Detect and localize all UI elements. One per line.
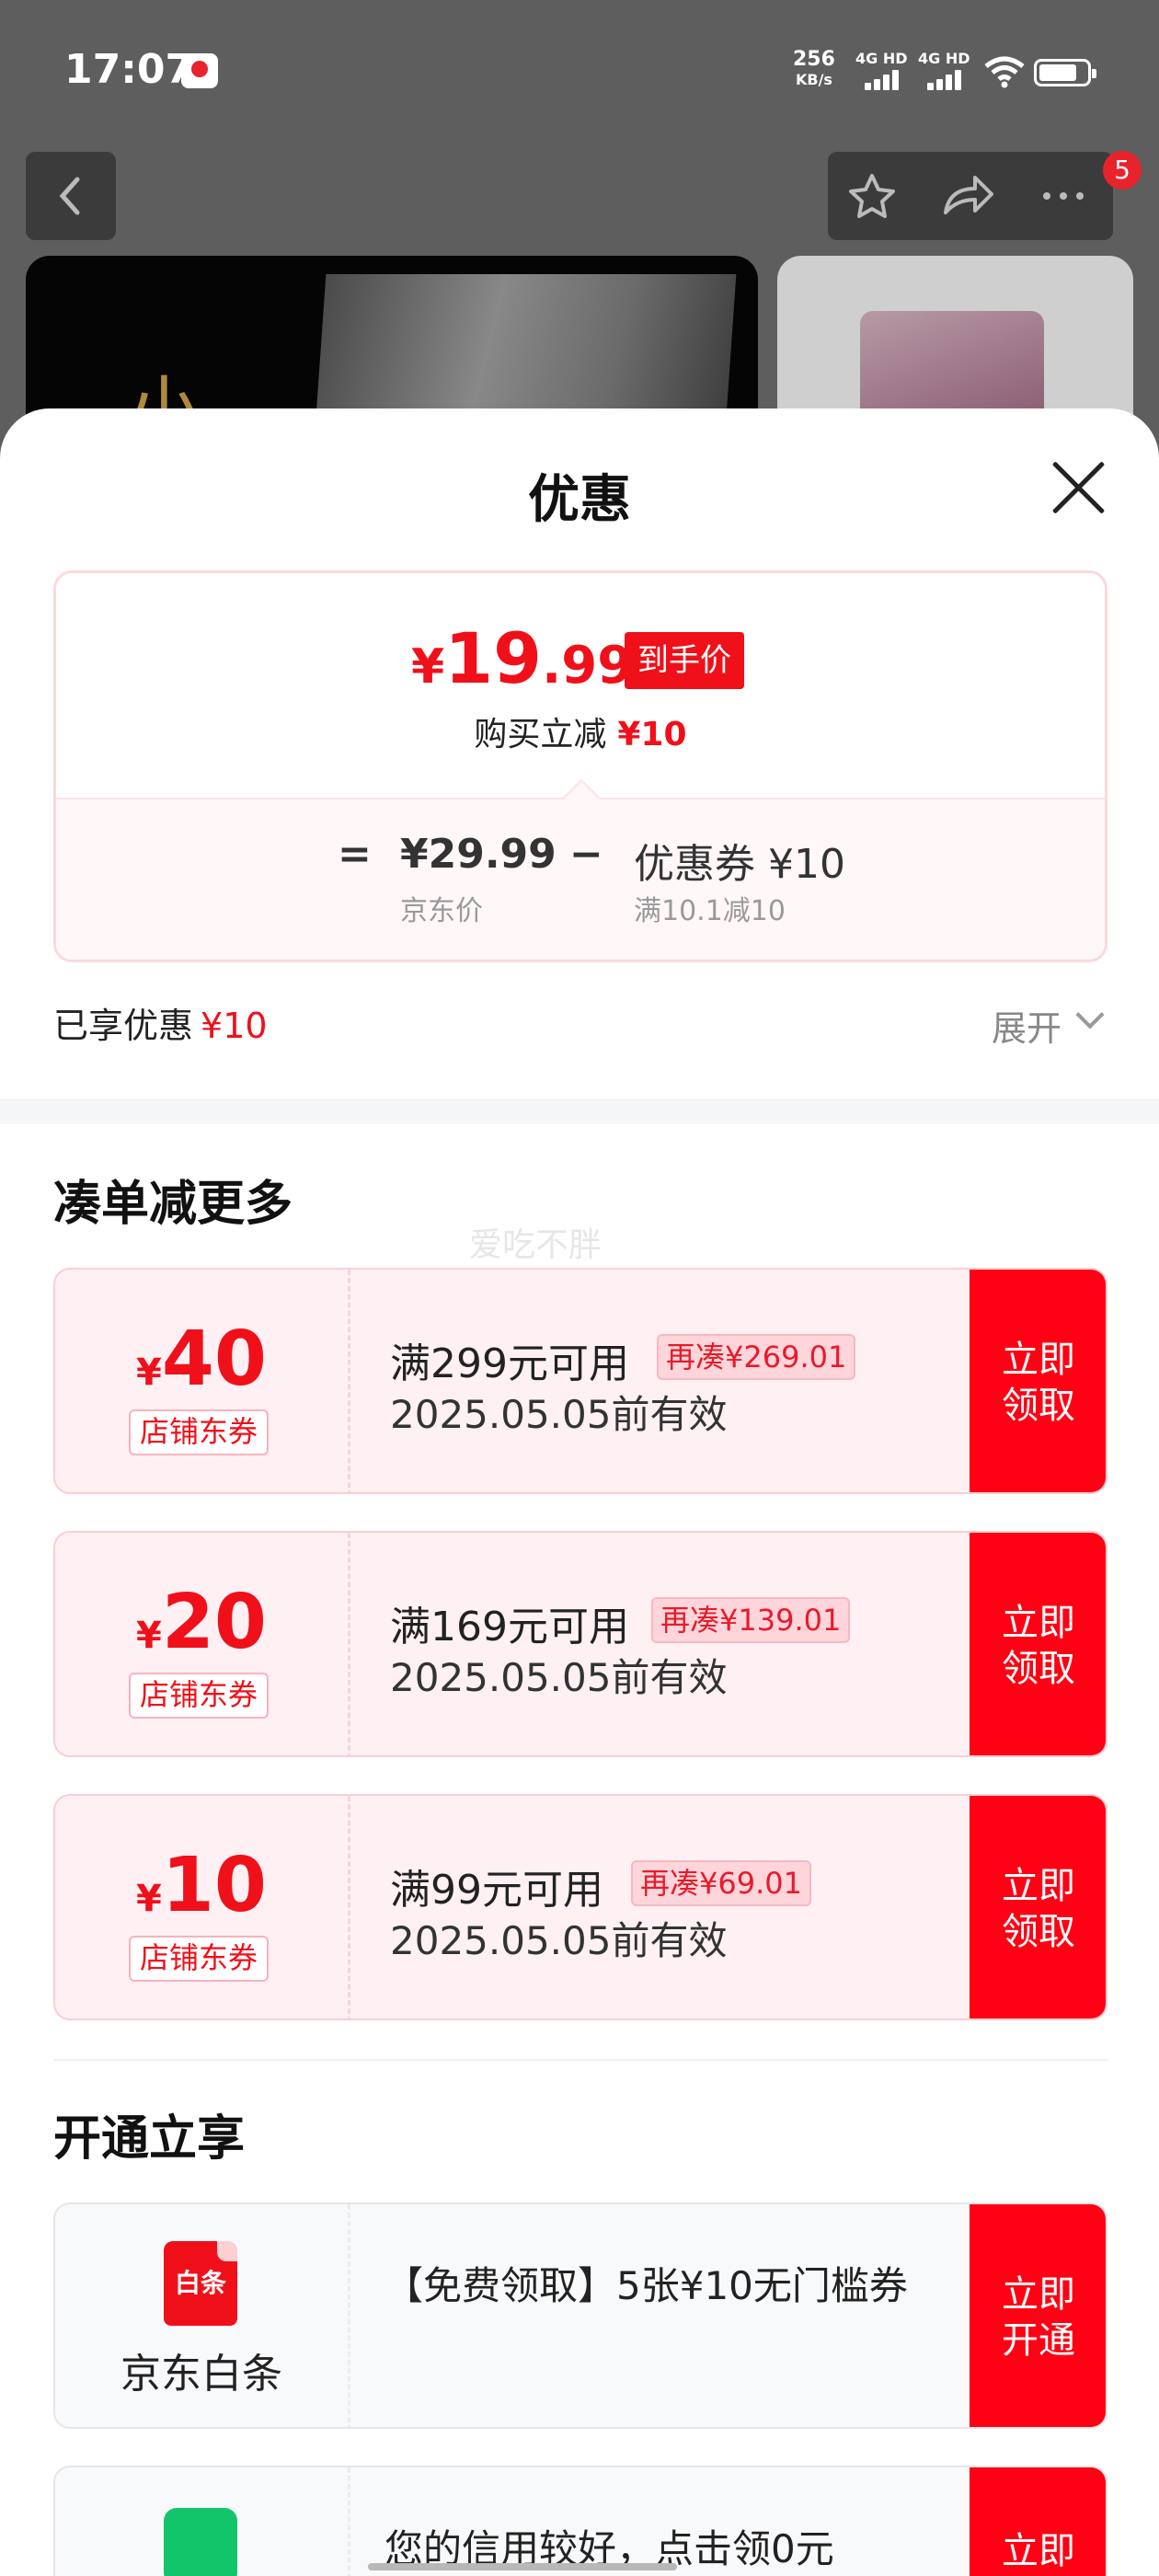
shopping-bag-icon [164,2508,237,2576]
price-formula: = ¥29.99 京东价 − 优惠券 ¥10 满10.1减10 [56,798,1105,960]
member-brand: 京东白条 [120,2351,282,2398]
section-title-member: 开通立享 [53,2111,246,2167]
reduction-label: 购买立减 [474,716,607,753]
section-separator [53,2059,1107,2061]
member-description: 【免费领取】5张¥10无门槛券 [384,2263,908,2308]
coupon-need-more: 再凑¥269.01 [657,1334,856,1380]
coupon-condition: 满299元可用 [390,1340,629,1387]
coupon-need-more: 再凑¥139.01 [651,1597,851,1643]
discount-sheet: 优惠 ¥19.99 到手价 购买立减 ¥10 = ¥29.99 京东价 − 优惠券… [0,408,1159,2576]
minus-sign: − [569,831,603,878]
network-speed: 256 KB/s [793,50,835,90]
member-divider [348,2467,350,2576]
coupon-type-label: 店铺东券 [129,1409,270,1455]
coupon-amount: ¥20 [55,1579,348,1666]
wifi-icon [984,56,1025,88]
coupon-validity: 2025.05.05前有效 [390,1392,728,1437]
equals-sign: = [338,831,372,878]
final-price: ¥19.99 [411,617,633,699]
member-offer-card: 您的信用较好，点击领0元 立即 [53,2466,1107,2576]
coupon-condition: 满169元可用 [390,1604,629,1650]
activate-button[interactable]: 立即 开通 [970,2204,1106,2427]
coupon-type-label: 店铺东券 [129,1673,270,1719]
coupon-card: ¥10 店铺东券 满99元可用 再凑¥69.01 2025.05.05前有效 立… [53,1794,1107,2020]
final-price-tag: 到手价 [625,632,744,689]
activate-button[interactable]: 立即 [970,2467,1106,2576]
coupon-validity: 2025.05.05前有效 [390,1655,728,1700]
coupon-value: 10 [161,1842,267,1929]
signal-icon [927,68,964,90]
more-icon[interactable] [1036,170,1091,222]
network-label-1: 4G HD [855,50,908,67]
coupon-divider [348,1796,350,2018]
chevron-left-icon [59,177,80,215]
coupon-currency: ¥ [136,1878,162,1920]
coupon-card: ¥40 店铺东券 满299元可用 再凑¥269.01 2025.05.05前有效… [53,1268,1107,1494]
coupon-discount: 优惠券 ¥10 [634,841,845,888]
final-price-integer: 19 [444,617,542,699]
claim-coupon-button[interactable]: 立即 领取 [970,1796,1106,2018]
status-bar: 17:07 256 KB/s 4G HD 4G HD [0,0,1159,138]
speed-value: 256 [793,48,835,71]
network-label-2: 4G HD [918,50,970,67]
coupon-value: 20 [161,1579,267,1666]
original-price: ¥29.99 [400,831,557,878]
final-price-decimal: .99 [541,636,634,696]
member-offer-card: 白条 京东白条 【免费领取】5张¥10无门槛券 立即 开通 [53,2202,1107,2429]
coupon-amount: ¥10 [55,1842,348,1929]
enjoyed-discount: 已享优惠 ¥10 [53,997,268,1048]
section-title-more: 凑单减更多 [53,1177,293,1232]
notification-badge: 5 [1103,151,1142,190]
reduction-amount: ¥10 [617,716,687,753]
member-divider [348,2204,350,2427]
claim-coupon-button[interactable]: 立即 领取 [970,1270,1106,1492]
coupon-value: 40 [161,1316,267,1403]
original-price-label: 京东价 [400,895,483,927]
star-icon[interactable] [844,170,900,222]
speed-unit: KB/s [795,71,832,88]
claim-coupon-button[interactable]: 立即 领取 [970,1533,1106,1755]
coupon-validity: 2025.05.05前有效 [390,1918,728,1963]
enjoyed-amount: ¥10 [201,1006,268,1046]
coupon-type-label: 店铺东券 [129,1936,270,1982]
coupon-rule: 满10.1减10 [634,895,786,927]
top-action-group [828,152,1113,240]
enjoyed-label: 已享优惠 [53,1006,194,1046]
back-button[interactable] [26,152,116,240]
signal-icon [865,68,901,90]
coupon-need-more: 再凑¥69.01 [631,1860,811,1906]
coupon-condition: 满99元可用 [390,1867,603,1914]
coupon-divider [348,1533,350,1755]
watermark: 爱吃不胖 [469,1226,602,1264]
coupon-card: ¥20 店铺东券 满169元可用 再凑¥139.01 2025.05.05前有效… [53,1531,1107,1757]
home-indicator[interactable] [368,2563,677,2570]
coupon-divider [348,1270,350,1492]
status-time: 17:07 [64,46,194,93]
price-summary-card: ¥19.99 到手价 购买立减 ¥10 = ¥29.99 京东价 − 优惠券 ¥1… [53,570,1107,962]
section-divider [0,1098,1159,1124]
instant-reduction: 购买立减 ¥10 [56,707,1105,755]
map-app-icon [181,53,218,88]
coupon-currency: ¥ [136,1351,162,1394]
coupon-currency: ¥ [136,1615,162,1657]
close-icon[interactable] [1049,458,1107,517]
sheet-title: 优惠 [528,470,631,530]
chevron-down-icon[interactable] [1075,1000,1105,1029]
coupon-amount: ¥40 [55,1316,348,1403]
baitiao-logo-icon: 白条 [164,2241,237,2326]
final-price-currency: ¥ [411,639,445,695]
battery-icon [1034,59,1096,86]
expand-button[interactable]: 展开 [992,1000,1061,1051]
share-icon[interactable] [938,170,997,222]
